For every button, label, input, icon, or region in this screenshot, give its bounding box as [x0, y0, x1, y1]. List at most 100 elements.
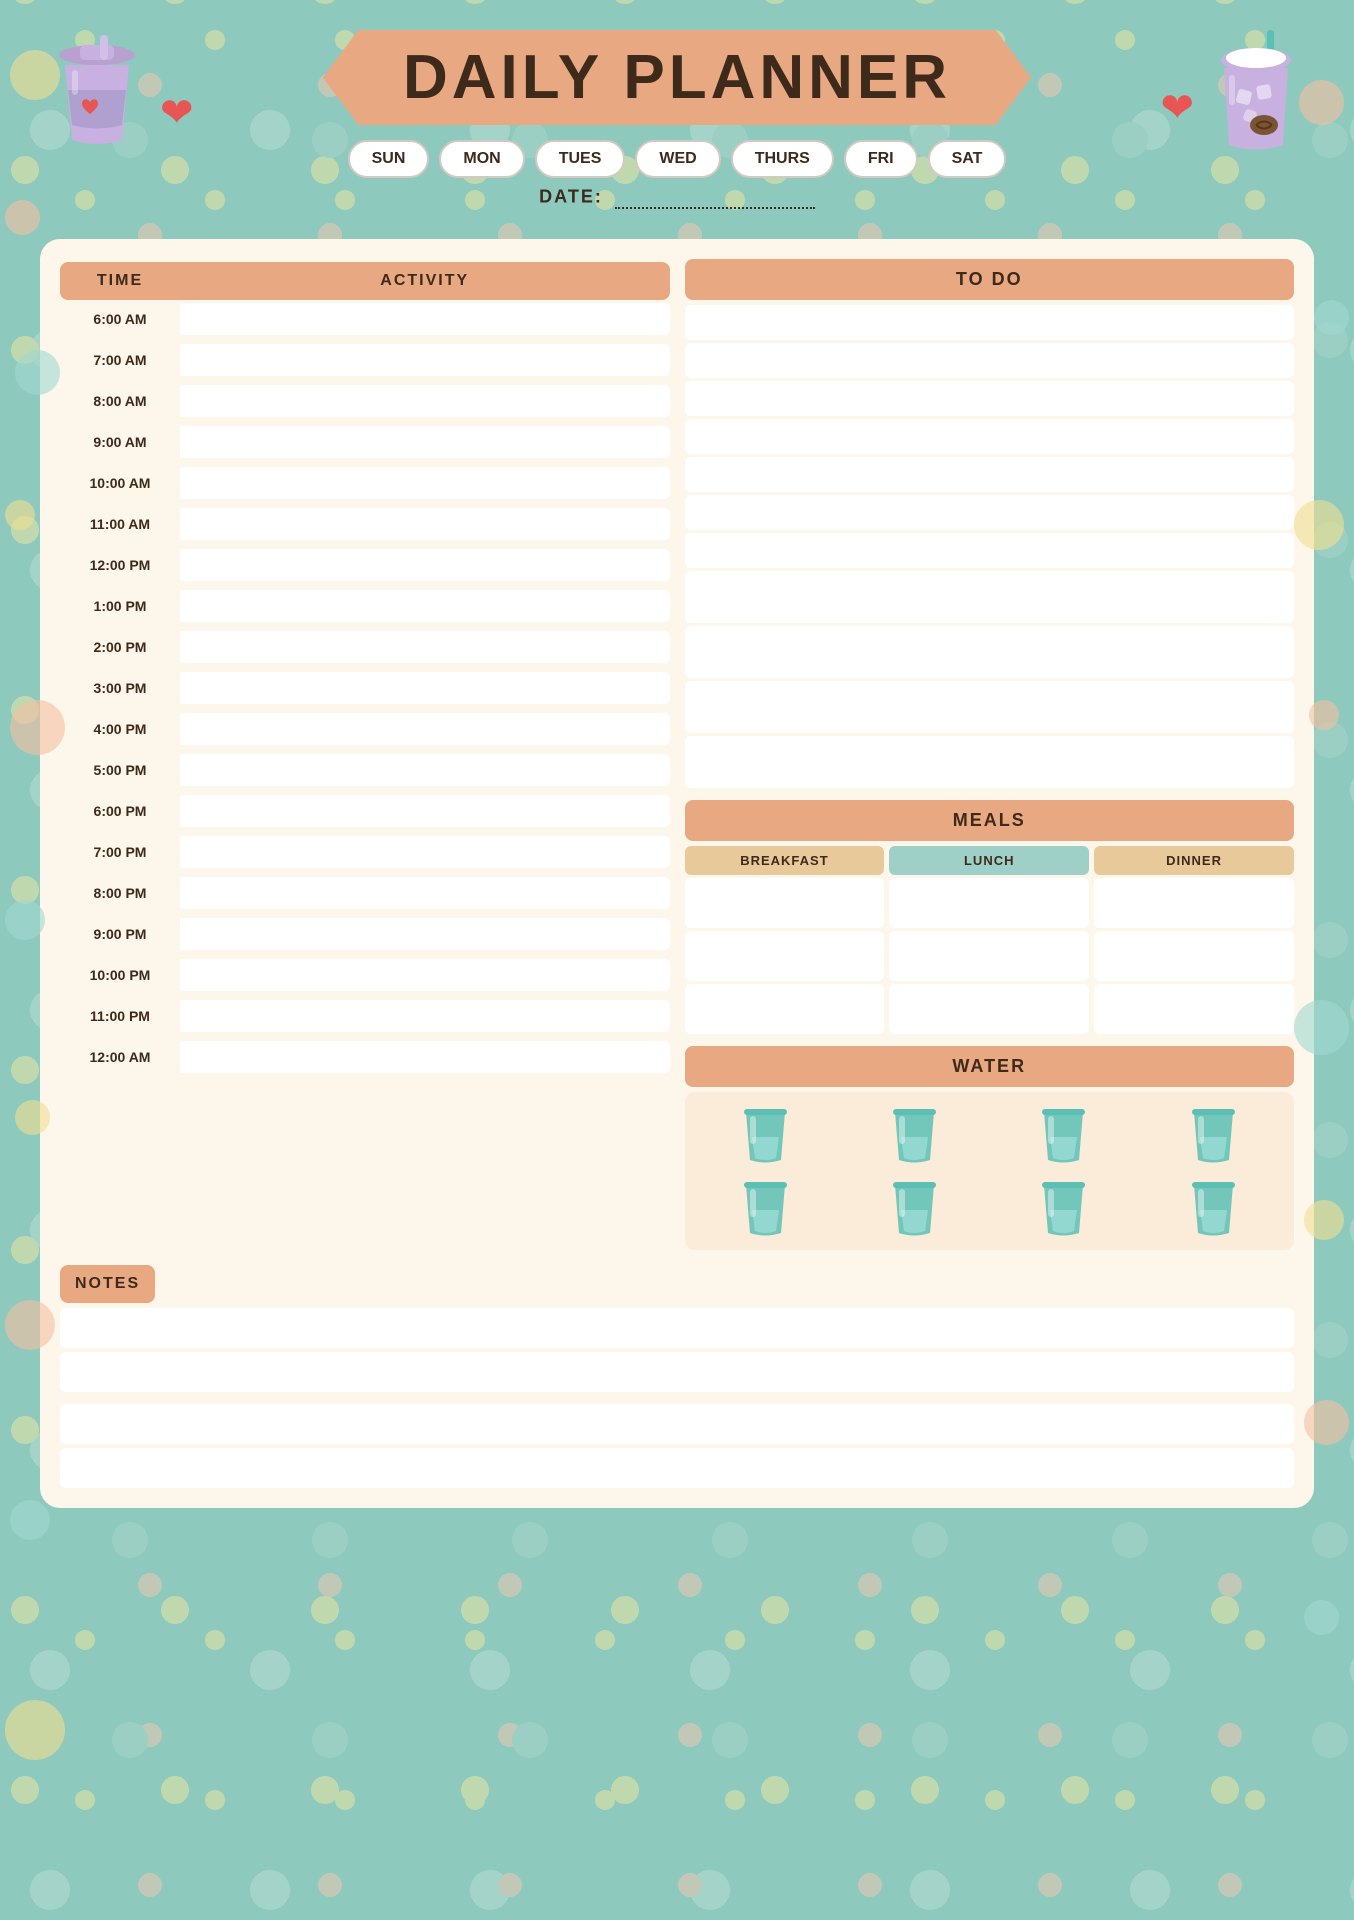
todo-row-item[interactable]: [685, 681, 1295, 733]
activity-cell[interactable]: [180, 795, 670, 827]
time-cell: 9:00 PM: [60, 918, 180, 950]
notes-lines: [60, 1308, 1294, 1488]
day-wed[interactable]: WED: [635, 140, 720, 178]
activity-cell[interactable]: [180, 467, 670, 499]
activity-cell[interactable]: [180, 1000, 670, 1032]
time-cell: 6:00 PM: [60, 795, 180, 827]
activity-cell[interactable]: [180, 426, 670, 458]
schedule-row: 4:00 PM: [60, 713, 670, 745]
meals-header: MEALS: [685, 800, 1295, 841]
water-header: WATER: [685, 1046, 1295, 1087]
schedule-row: 7:00 PM: [60, 836, 670, 868]
activity-cell[interactable]: [180, 713, 670, 745]
activity-cell[interactable]: [180, 836, 670, 868]
water-cup[interactable]: [695, 1175, 836, 1240]
day-thurs[interactable]: THURS: [731, 140, 834, 178]
activity-cell[interactable]: [180, 508, 670, 540]
time-cell: 10:00 PM: [60, 959, 180, 991]
col-time-header: TIME: [60, 262, 180, 300]
activity-cell[interactable]: [180, 303, 670, 335]
activity-cell[interactable]: [180, 918, 670, 950]
activity-cell[interactable]: [180, 959, 670, 991]
water-cup[interactable]: [993, 1102, 1134, 1167]
time-cell: 10:00 AM: [60, 467, 180, 499]
day-mon[interactable]: MON: [439, 140, 524, 178]
time-cell: 8:00 PM: [60, 877, 180, 909]
page-title: DAILY PLANNER: [403, 43, 951, 112]
meals-row: [685, 984, 1295, 1034]
schedule-row: 1:00 PM: [60, 590, 670, 622]
right-coffee-cup-decoration: [1209, 30, 1304, 175]
date-input-dots[interactable]: [615, 186, 815, 209]
todo-rows: [685, 305, 1295, 788]
todo-row-item[interactable]: [685, 626, 1295, 678]
meals-row: [685, 878, 1295, 928]
todo-row-item[interactable]: [685, 533, 1295, 568]
todo-header: TO DO: [685, 259, 1295, 300]
meal-cell[interactable]: [1094, 878, 1294, 928]
notes-line[interactable]: [60, 1404, 1294, 1444]
meal-cell[interactable]: [889, 878, 1089, 928]
schedule-row: 11:00 PM: [60, 1000, 670, 1032]
activity-cell[interactable]: [180, 549, 670, 581]
meal-cell[interactable]: [685, 931, 885, 981]
dinner-header: DINNER: [1094, 846, 1294, 875]
activity-cell[interactable]: [180, 672, 670, 704]
water-cup[interactable]: [695, 1102, 836, 1167]
schedule-column: TIME ACTIVITY 6:00 AM7:00 AM8:00 AM9:00 …: [60, 259, 670, 1250]
todo-row-item[interactable]: [685, 343, 1295, 378]
time-cell: 1:00 PM: [60, 590, 180, 622]
activity-cell[interactable]: [180, 590, 670, 622]
activity-cell[interactable]: [180, 344, 670, 376]
schedule-row: 6:00 AM: [60, 303, 670, 335]
time-cell: 7:00 AM: [60, 344, 180, 376]
todo-row-item[interactable]: [685, 305, 1295, 340]
time-cell: 11:00 PM: [60, 1000, 180, 1032]
notes-line[interactable]: [60, 1448, 1294, 1488]
water-cup[interactable]: [1143, 1175, 1284, 1240]
day-sun[interactable]: SUN: [348, 140, 430, 178]
notes-line[interactable]: [60, 1352, 1294, 1392]
todo-row-item[interactable]: [685, 571, 1295, 623]
schedule-table: TIME ACTIVITY 6:00 AM7:00 AM8:00 AM9:00 …: [60, 259, 670, 1082]
todo-row-item[interactable]: [685, 495, 1295, 530]
activity-cell[interactable]: [180, 754, 670, 786]
day-sat[interactable]: SAT: [928, 140, 1007, 178]
meal-cell[interactable]: [889, 984, 1089, 1034]
schedule-row: 8:00 PM: [60, 877, 670, 909]
days-row: SUN MON TUES WED THURS FRI SAT: [30, 140, 1324, 178]
schedule-row: 10:00 AM: [60, 467, 670, 499]
meals-rows: [685, 878, 1295, 1034]
day-tues[interactable]: TUES: [535, 140, 626, 178]
schedule-row: 12:00 PM: [60, 549, 670, 581]
water-cup[interactable]: [844, 1175, 985, 1240]
todo-row-item[interactable]: [685, 419, 1295, 454]
meal-cell[interactable]: [889, 931, 1089, 981]
todo-row-item[interactable]: [685, 457, 1295, 492]
activity-cell[interactable]: [180, 1041, 670, 1073]
schedule-row: 5:00 PM: [60, 754, 670, 786]
activity-cell[interactable]: [180, 877, 670, 909]
notes-line[interactable]: [60, 1308, 1294, 1348]
schedule-row: 3:00 PM: [60, 672, 670, 704]
time-cell: 12:00 PM: [60, 549, 180, 581]
meal-cell[interactable]: [1094, 931, 1294, 981]
heart-decoration-left: ❤: [160, 90, 194, 136]
activity-cell[interactable]: [180, 631, 670, 663]
page-header: ❤ ❤ DAILY PLANNER SUN MON TUES WED THURS…: [30, 20, 1324, 239]
todo-row-item[interactable]: [685, 381, 1295, 416]
meals-row: [685, 931, 1295, 981]
notes-section: NOTES: [60, 1265, 1294, 1488]
water-section: WATER: [685, 1046, 1295, 1250]
meal-cell[interactable]: [685, 878, 885, 928]
meal-cell[interactable]: [1094, 984, 1294, 1034]
meal-cell[interactable]: [685, 984, 885, 1034]
water-cup[interactable]: [844, 1102, 985, 1167]
time-cell: 5:00 PM: [60, 754, 180, 786]
todo-row-item[interactable]: [685, 736, 1295, 788]
time-cell: 2:00 PM: [60, 631, 180, 663]
activity-cell[interactable]: [180, 385, 670, 417]
water-cup[interactable]: [1143, 1102, 1284, 1167]
day-fri[interactable]: FRI: [844, 140, 918, 178]
water-cup[interactable]: [993, 1175, 1134, 1240]
